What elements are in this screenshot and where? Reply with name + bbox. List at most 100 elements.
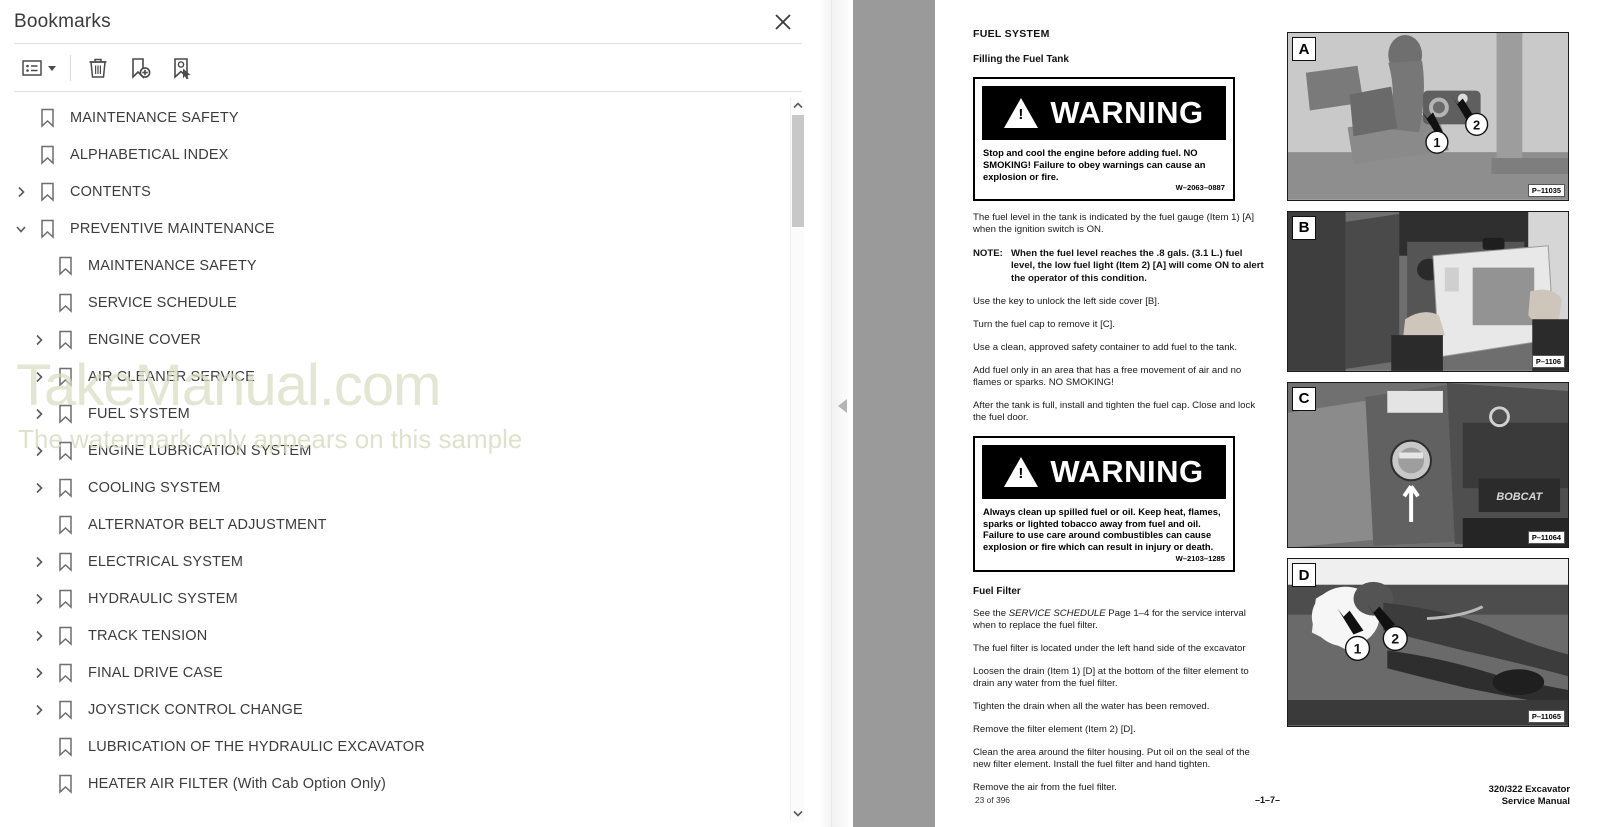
chevron-right-icon[interactable] (26, 327, 52, 353)
bookmark-icon (52, 441, 78, 461)
collapse-triangle (837, 399, 847, 413)
trash-icon[interactable] (77, 49, 119, 87)
document-viewer[interactable]: FUEL SYSTEM Filling the Fuel Tank WARNIN… (853, 0, 1600, 827)
figure-code: P–1106 (1531, 354, 1565, 368)
bookmark-row[interactable]: AIR CLEANER SERVICE (0, 358, 820, 395)
bookmark-row[interactable]: HEATER AIR FILTER (With Cab Option Only) (0, 765, 820, 802)
bookmark-row[interactable]: FUEL SYSTEM (0, 395, 820, 432)
panel-divider (820, 0, 853, 827)
note-paragraph: NOTE: When the fuel level reaches the .8… (973, 248, 1269, 285)
paragraph-1: The fuel level in the tank is indicated … (973, 212, 1255, 236)
subsection-title: Filling the Fuel Tank (973, 54, 1069, 65)
manual-name-label: 320/322 Excavator Service Manual (1489, 783, 1570, 807)
add-bookmark-icon[interactable] (119, 49, 161, 87)
toolbar-separator (70, 55, 71, 81)
figure-code: P–11065 (1527, 710, 1565, 724)
select-bookmark-icon[interactable] (161, 49, 203, 87)
figure-label: B (1292, 215, 1316, 240)
collapse-left-icon[interactable] (832, 393, 852, 419)
pdf-page: FUEL SYSTEM Filling the Fuel Tank WARNIN… (935, 0, 1600, 827)
bookmark-icon (52, 330, 78, 350)
bookmarks-toolbar (0, 44, 820, 92)
figure-column: A 1 2 P–11035 B P–1106 C BOBCAT P–11064 … (1287, 32, 1569, 737)
bookmark-row[interactable]: ENGINE COVER (0, 321, 820, 358)
bookmark-label: MAINTENANCE SAFETY (88, 257, 257, 274)
filter-paragraph-5: Remove the filter element (Item 2) [D]. (973, 723, 1136, 735)
bookmark-row[interactable]: PREVENTIVE MAINTENANCE (0, 210, 820, 247)
bookmark-label: ALTERNATOR BELT ADJUSTMENT (88, 516, 327, 533)
bookmark-row[interactable]: SERVICE SCHEDULE (0, 284, 820, 321)
bookmark-row[interactable]: FINAL DRIVE CASE (0, 654, 820, 691)
bookmark-row[interactable]: LUBRICATION OF THE HYDRAULIC EXCAVATOR (0, 728, 820, 765)
bookmark-row[interactable]: TRACK TENSION (0, 617, 820, 654)
figure-a: A 1 2 P–11035 (1287, 32, 1569, 201)
bookmarks-header: Bookmarks (0, 0, 820, 44)
bookmark-label: ENGINE LUBRICATION SYSTEM (88, 442, 312, 459)
chevron-right-icon[interactable] (26, 401, 52, 427)
note-text: When the fuel level reaches the .8 gals.… (1011, 248, 1264, 284)
bookmark-row[interactable]: MAINTENANCE SAFETY (0, 247, 820, 284)
figure-b-photo (1288, 211, 1568, 371)
figure-d-photo: 1 2 (1288, 559, 1568, 727)
chevron-right-icon[interactable] (26, 438, 52, 464)
bookmark-row[interactable]: ALTERNATOR BELT ADJUSTMENT (0, 506, 820, 543)
bookmark-icon (52, 515, 78, 535)
bookmark-row[interactable]: HYDRAULIC SYSTEM (0, 580, 820, 617)
bookmark-row[interactable]: ENGINE LUBRICATION SYSTEM (0, 432, 820, 469)
svg-text:2: 2 (1391, 631, 1399, 647)
bookmark-icon (52, 737, 78, 757)
chevron-right-icon[interactable] (26, 475, 52, 501)
warning-banner: WARNING (980, 84, 1228, 142)
figure-label: A (1292, 37, 1316, 61)
chevron-right-icon[interactable] (26, 697, 52, 723)
bookmark-label: PREVENTIVE MAINTENANCE (70, 220, 275, 237)
close-icon[interactable] (770, 9, 796, 35)
filter-p1-prefix: See the (973, 607, 1009, 619)
chevron-down-icon[interactable] (8, 216, 34, 242)
svg-text:2: 2 (1473, 117, 1480, 132)
bookmark-icon (52, 293, 78, 313)
bookmark-label: ELECTRICAL SYSTEM (88, 553, 244, 570)
chevron-right-icon[interactable] (26, 364, 52, 390)
warning-decal-2: WARNING Always clean up spilled fuel or … (973, 435, 1235, 572)
bookmark-label: AIR CLEANER SERVICE (88, 368, 255, 385)
bookmark-icon (34, 108, 60, 128)
chevron-right-icon[interactable] (8, 179, 34, 205)
warning-decal-1: WARNING Stop and cool the engine before … (973, 77, 1235, 202)
bookmark-row[interactable]: COOLING SYSTEM (0, 469, 820, 506)
note-label: NOTE: (973, 248, 1003, 260)
bookmarks-scrollbar[interactable] (790, 97, 804, 821)
filter-p1-italic: SERVICE SCHEDULE (1008, 607, 1106, 619)
chevron-right-icon[interactable] (26, 623, 52, 649)
bookmarks-scroll-area: MAINTENANCE SAFETY ALPHABETICAL INDEX CONT… (0, 93, 820, 827)
figure-c-photo: BOBCAT (1288, 382, 1568, 548)
bookmark-row[interactable]: JOYSTICK CONTROL CHANGE (0, 691, 820, 728)
warning-triangle-icon (1004, 98, 1039, 128)
list-options-icon[interactable] (14, 49, 64, 87)
bookmark-row[interactable]: MAINTENANCE SAFETY (0, 99, 820, 136)
bookmark-label: SERVICE SCHEDULE (88, 294, 237, 311)
bookmark-row[interactable]: ELECTRICAL SYSTEM (0, 543, 820, 580)
scroll-down-icon[interactable] (791, 805, 805, 821)
bookmark-icon (34, 182, 60, 202)
warning-triangle-icon (1004, 456, 1039, 487)
bookmark-label: MAINTENANCE SAFETY (70, 109, 239, 126)
bookmark-row[interactable]: ALPHABETICAL INDEX (0, 136, 820, 173)
bookmark-icon (52, 700, 78, 720)
chevron-down-icon[interactable] (48, 65, 56, 71)
bookmark-row[interactable]: CONTENTS (0, 173, 820, 210)
bookmark-label: HYDRAULIC SYSTEM (88, 590, 238, 607)
figure-code: P–11035 (1527, 183, 1565, 197)
chevron-right-icon[interactable] (26, 586, 52, 612)
bookmark-label: ALPHABETICAL INDEX (70, 146, 229, 163)
bookmark-icon (52, 256, 78, 276)
chevron-right-icon[interactable] (26, 549, 52, 575)
bookmark-icon (52, 552, 78, 572)
scroll-up-icon[interactable] (791, 97, 805, 113)
warning-banner: WARNING (980, 442, 1228, 501)
chevron-right-icon[interactable] (26, 660, 52, 686)
bookmark-label: ENGINE COVER (88, 331, 201, 348)
filter-paragraph-2: The fuel filter is located under the lef… (973, 642, 1246, 654)
scrollbar-thumb[interactable] (792, 115, 804, 227)
svg-text:1: 1 (1354, 641, 1362, 657)
